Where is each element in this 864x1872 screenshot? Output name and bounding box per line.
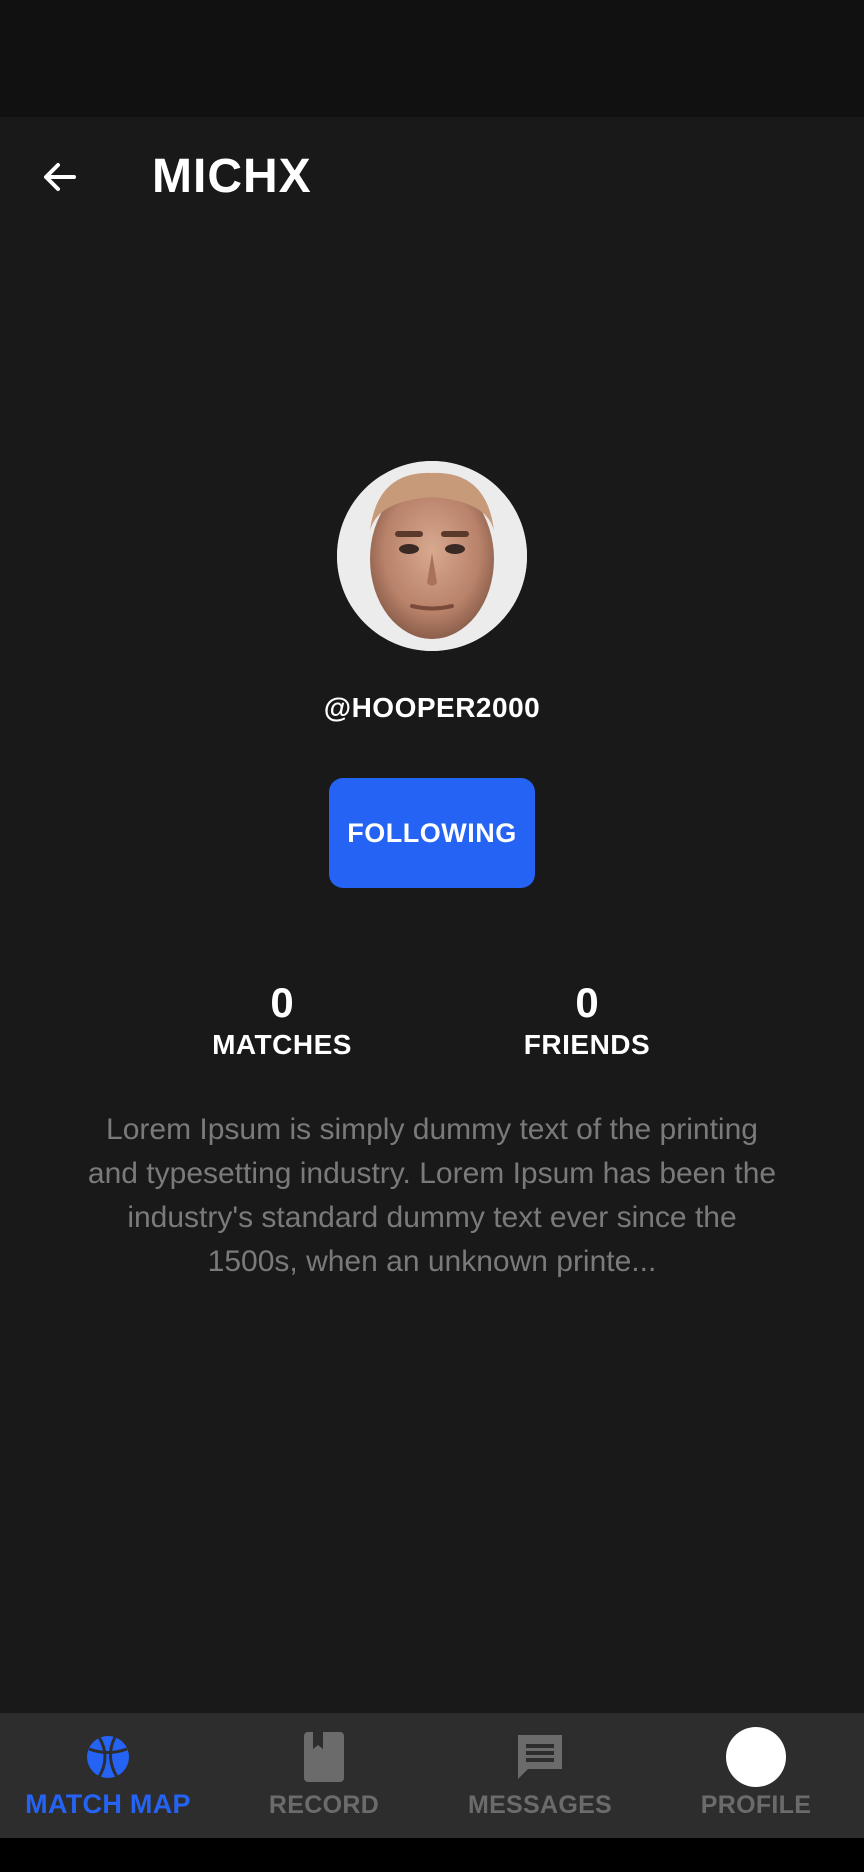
nav-item-profile[interactable]: PROFILE (648, 1713, 864, 1838)
friends-count: 0 (575, 979, 599, 1026)
system-nav-bar (0, 1838, 864, 1872)
status-bar (0, 0, 864, 117)
profile-photo (337, 461, 527, 651)
nav-item-match-map[interactable]: MATCH MAP (0, 1713, 216, 1838)
nav-label-messages: MESSAGES (467, 1791, 613, 1819)
page-title: MICHX (152, 150, 312, 203)
bottom-nav: MATCH MAP RECORD MESSAGES PROFILE (0, 1713, 864, 1838)
header: MICHX (0, 117, 864, 235)
matches-count: 0 (270, 979, 294, 1026)
book-icon (304, 1732, 344, 1782)
nav-item-record[interactable]: RECORD (216, 1713, 432, 1838)
following-button[interactable]: FOLLOWING (329, 778, 535, 888)
chat-icon (518, 1735, 562, 1779)
nav-label-match-map: MATCH MAP (25, 1789, 191, 1819)
nav-label-record: RECORD (268, 1791, 380, 1819)
nav-label-profile: PROFILE (700, 1791, 812, 1819)
username: @HOOPER2000 (323, 692, 541, 723)
stat-matches: 0 MATCHES (162, 978, 402, 1062)
back-button[interactable] (28, 149, 92, 205)
basketball-icon (87, 1736, 129, 1778)
nav-item-messages[interactable]: MESSAGES (432, 1713, 648, 1838)
arrow-left-icon (44, 163, 76, 191)
matches-label: MATCHES (212, 1029, 352, 1060)
stat-friends: 0 FRIENDS (467, 978, 707, 1062)
bio-text: Lorem Ipsum is simply dummy text of the … (87, 1113, 777, 1278)
avatar (337, 461, 527, 651)
profile-avatar-icon (726, 1727, 786, 1787)
friends-label: FRIENDS (523, 1029, 651, 1060)
